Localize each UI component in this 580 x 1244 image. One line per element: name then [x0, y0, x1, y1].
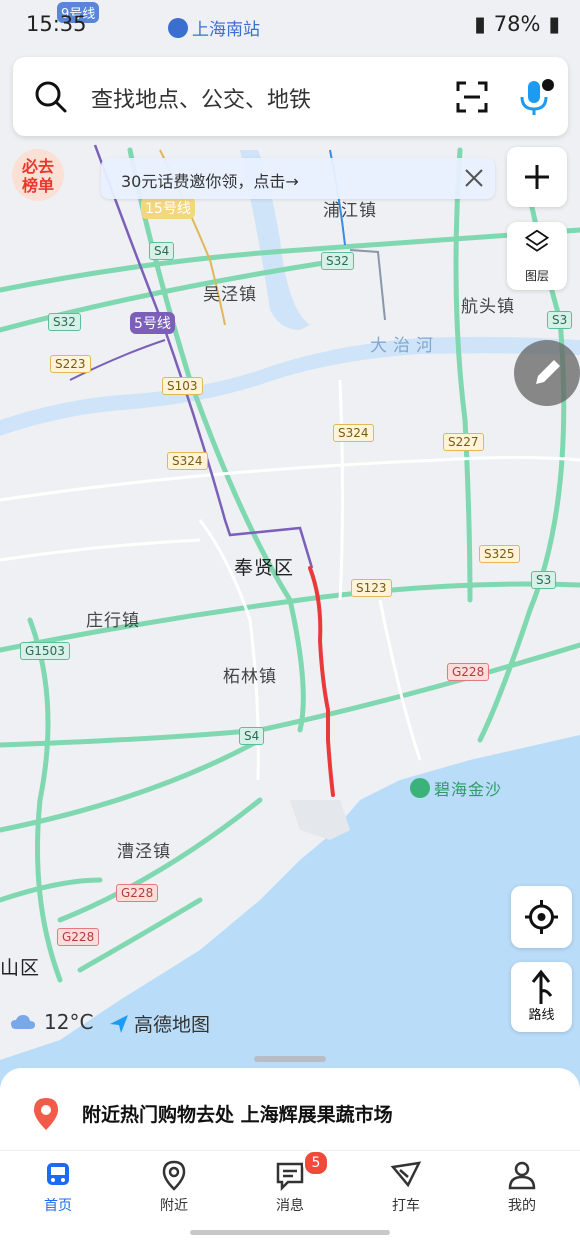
temperature: 12°C — [44, 1010, 94, 1034]
road-shield: G228 — [116, 884, 159, 902]
place-label[interactable]: 柘林镇 — [223, 662, 277, 687]
road-shield: G228 — [57, 928, 100, 946]
voice-mic-icon[interactable] — [512, 75, 556, 119]
message-icon — [276, 1162, 304, 1191]
signal-icon: ▮ — [474, 12, 486, 36]
place-label[interactable]: 浦江镇 — [323, 196, 377, 221]
svg-text:必去: 必去 — [21, 157, 54, 176]
cloud-icon — [11, 1015, 35, 1029]
search-bar[interactable]: 查找地点、公交、地铁 — [13, 57, 568, 136]
map-pin-icon — [162, 1160, 186, 1191]
road-shield: S32 — [48, 313, 81, 331]
park-icon — [410, 778, 430, 798]
status-time: 15:35 — [26, 12, 87, 36]
edit-map-button[interactable] — [514, 340, 580, 406]
zoom-in-button[interactable] — [507, 147, 567, 207]
bottom-tab-bar: 首页 附近 消息 打车 我的 — [0, 1150, 580, 1221]
bus-home-icon — [47, 1163, 69, 1185]
tab-label: 打车 — [392, 1198, 420, 1214]
search-icon — [35, 81, 67, 113]
message-count-badge: 5 — [303, 1150, 329, 1176]
close-icon[interactable] — [461, 165, 487, 191]
place-label[interactable]: 山区 — [0, 953, 40, 980]
sheet-drag-handle[interactable] — [254, 1056, 326, 1062]
poi-name: 碧海金沙 — [434, 780, 503, 799]
must-go-ranking-badge[interactable]: 必去 榜单 — [8, 145, 68, 203]
road-shield: S103 — [162, 377, 203, 395]
svg-text:榜单: 榜单 — [22, 176, 54, 195]
tab-taxi[interactable]: 打车 — [348, 1151, 464, 1221]
metro-line-15-label[interactable]: 15号线 — [141, 197, 195, 219]
tab-messages[interactable]: 消息 — [232, 1151, 348, 1221]
road-shield: S324 — [333, 424, 374, 442]
river-label: 大治河 — [370, 336, 439, 356]
user-icon — [508, 1161, 536, 1190]
road-shield: S325 — [479, 545, 520, 563]
home-indicator[interactable] — [190, 1230, 390, 1235]
nearby-suggestion[interactable]: 附近热门购物去处 上海辉展果蔬市场 — [30, 1096, 550, 1132]
road-shield: S4 — [149, 242, 175, 260]
taxi-icon — [390, 1161, 422, 1188]
status-bar: 15:35 ▮ 78% ▮ — [0, 0, 580, 50]
tab-label: 首页 — [44, 1198, 72, 1214]
road-shield: S32 — [321, 252, 354, 270]
road-shield: S227 — [443, 433, 484, 451]
road-shield: G228 — [447, 663, 490, 681]
road-shield: S4 — [239, 727, 265, 745]
place-label[interactable]: 漕泾镇 — [117, 837, 171, 862]
road-shield: S3 — [547, 311, 573, 329]
route-button[interactable]: 路线 — [511, 962, 572, 1032]
locate-crosshair-icon — [525, 900, 558, 934]
scan-icon[interactable] — [454, 79, 490, 115]
promo-banner-text[interactable]: 30元话费邀你领，点击→ — [121, 168, 299, 192]
tab-label: 我的 — [508, 1198, 536, 1214]
battery-text: 78% — [493, 12, 541, 36]
my-location-button[interactable] — [511, 886, 572, 948]
road-shield: S3 — [531, 571, 557, 589]
road-shield: S324 — [167, 452, 208, 470]
tab-label: 附近 — [160, 1198, 188, 1214]
plus-icon — [525, 165, 549, 189]
promo-banner[interactable]: 30元话费邀你领，点击→ — [101, 158, 495, 199]
location-pin-icon — [34, 1098, 58, 1130]
weather-widget[interactable]: 12°C — [10, 1010, 93, 1034]
district-label[interactable]: 奉贤区 — [234, 553, 294, 580]
status-icons: ▮ 78% ▮ — [474, 12, 560, 36]
tab-home[interactable]: 首页 — [0, 1151, 116, 1221]
tab-profile[interactable]: 我的 — [464, 1151, 580, 1221]
pencil-icon — [536, 360, 560, 384]
road-shield: S223 — [50, 355, 91, 373]
battery-icon: ▮ — [548, 12, 560, 36]
layers-label: 图层 — [524, 269, 549, 283]
metro-line-5-label[interactable]: 5号线 — [130, 312, 175, 334]
route-label: 路线 — [528, 1008, 555, 1023]
layers-button[interactable]: 图层 — [507, 222, 567, 290]
tab-nearby[interactable]: 附近 — [116, 1151, 232, 1221]
poi-label[interactable]: 碧海金沙 — [410, 776, 502, 800]
place-label[interactable]: 航头镇 — [461, 292, 515, 317]
search-placeholder[interactable]: 查找地点、公交、地铁 — [91, 82, 311, 114]
layers-icon — [524, 229, 550, 252]
road-shield: S123 — [351, 579, 392, 597]
amap-logo: 高德地图 — [108, 1010, 210, 1037]
amap-logo-icon — [110, 1014, 128, 1033]
road-shield: G1503 — [20, 642, 70, 660]
tab-label: 消息 — [276, 1198, 304, 1214]
brand-name: 高德地图 — [134, 1014, 211, 1036]
suggestion-text: 附近热门购物去处 上海辉展果蔬市场 — [82, 1104, 393, 1126]
place-label[interactable]: 吴泾镇 — [203, 280, 257, 305]
place-label[interactable]: 庄行镇 — [86, 606, 140, 631]
